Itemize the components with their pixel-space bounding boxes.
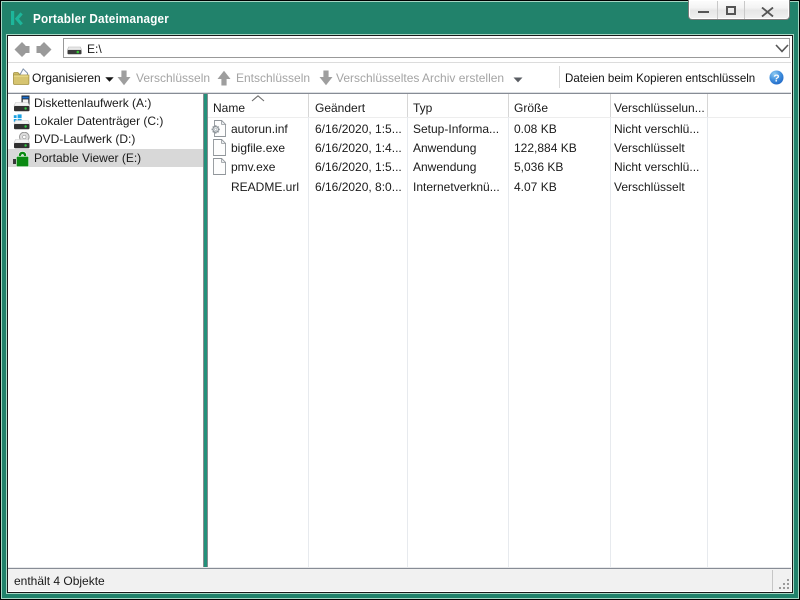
svg-text:?: ?: [773, 72, 779, 84]
